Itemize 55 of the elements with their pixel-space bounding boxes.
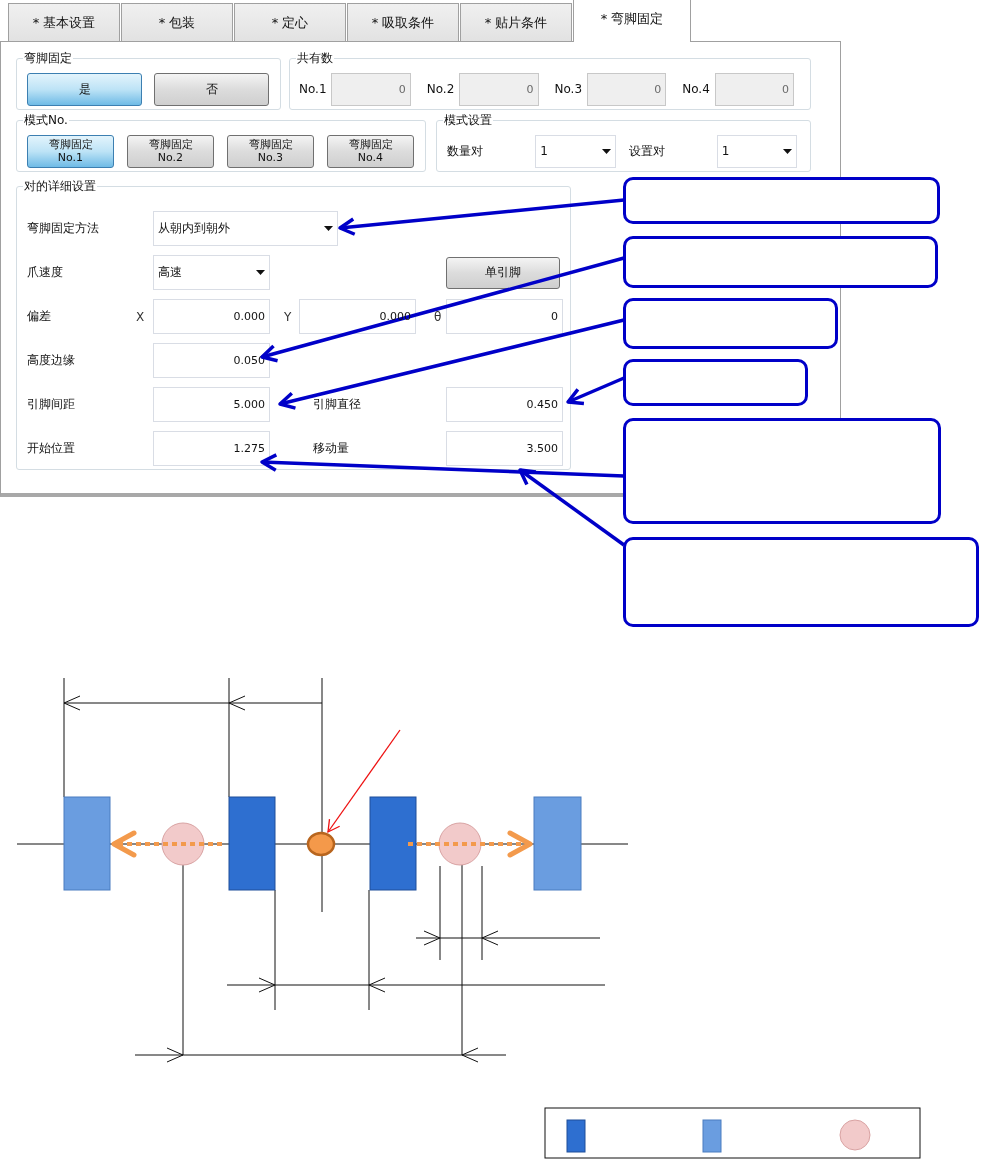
- tab[interactable]: * 定心: [234, 3, 346, 41]
- pattern-button[interactable]: 弯脚固定 No.4: [327, 134, 414, 168]
- field-label: 开始位置: [27, 440, 76, 457]
- input-field[interactable]: 3.500: [446, 431, 563, 466]
- axis-label: θ: [434, 309, 443, 324]
- field-label: No.4: [682, 82, 711, 96]
- legend-lead-swatch: [702, 1119, 722, 1153]
- input-field[interactable]: 5.000: [153, 387, 270, 422]
- field-label: 高度边缘: [27, 352, 76, 369]
- group-title: 模式设置: [443, 112, 493, 129]
- field-label: No.2: [426, 82, 456, 96]
- tab[interactable]: * 包装: [121, 3, 233, 41]
- option-button[interactable]: 是: [27, 72, 142, 106]
- tab[interactable]: * 吸取条件: [347, 3, 459, 41]
- field-label: 偏差: [27, 308, 52, 325]
- caret-icon: [601, 148, 611, 154]
- group-title: 弯脚固定: [23, 50, 73, 67]
- axis-label: Y: [284, 309, 293, 324]
- input-field[interactable]: 0.450: [446, 387, 563, 422]
- axis-label: X: [136, 309, 146, 324]
- center-point: [306, 831, 336, 857]
- field-label: 引脚直径: [313, 396, 361, 413]
- field-label: 移动量: [313, 440, 349, 457]
- field-label: 引脚间距: [27, 396, 76, 413]
- legend-claw-swatch: [839, 1119, 871, 1151]
- caret-icon: [256, 270, 265, 275]
- dropdown-field[interactable]: 高速: [153, 255, 270, 290]
- tab[interactable]: * 贴片条件: [460, 3, 572, 41]
- field-label: No.3: [554, 82, 584, 96]
- claw-circle: [438, 822, 482, 866]
- dropdown-field[interactable]: 从朝内到朝外: [153, 211, 338, 246]
- legend-lead-swatch: [566, 1119, 586, 1153]
- field-label: 设置对: [628, 142, 666, 160]
- dropdown-field[interactable]: 1: [716, 134, 797, 168]
- input-field[interactable]: 0.000: [153, 299, 270, 334]
- option-button[interactable]: 否: [154, 72, 269, 106]
- caret-icon: [783, 148, 792, 154]
- tab[interactable]: * 弯脚固定: [573, 0, 691, 42]
- tab[interactable]: * 基本设置: [8, 3, 120, 41]
- input-field[interactable]: 0: [446, 299, 563, 334]
- field-label: No.1: [299, 82, 328, 96]
- field-label: 弯脚固定方法: [27, 220, 100, 237]
- claw-circle: [161, 822, 205, 866]
- pattern-button[interactable]: 弯脚固定 No.1: [27, 134, 114, 168]
- group-title: 对的详细设置: [23, 178, 97, 195]
- field-label: 数量对: [447, 142, 484, 160]
- field-label: 爪速度: [27, 264, 64, 281]
- group-title: 模式No.: [23, 112, 69, 129]
- group-title: 共有数: [296, 50, 334, 67]
- input-field[interactable]: 1.275: [153, 431, 270, 466]
- single-lead-button[interactable]: 单引脚: [446, 256, 560, 289]
- pattern-button[interactable]: 弯脚固定 No.3: [227, 134, 314, 168]
- pattern-button[interactable]: 弯脚固定 No.2: [127, 134, 214, 168]
- caret-icon: [324, 226, 333, 231]
- dropdown-field[interactable]: 1: [535, 134, 616, 168]
